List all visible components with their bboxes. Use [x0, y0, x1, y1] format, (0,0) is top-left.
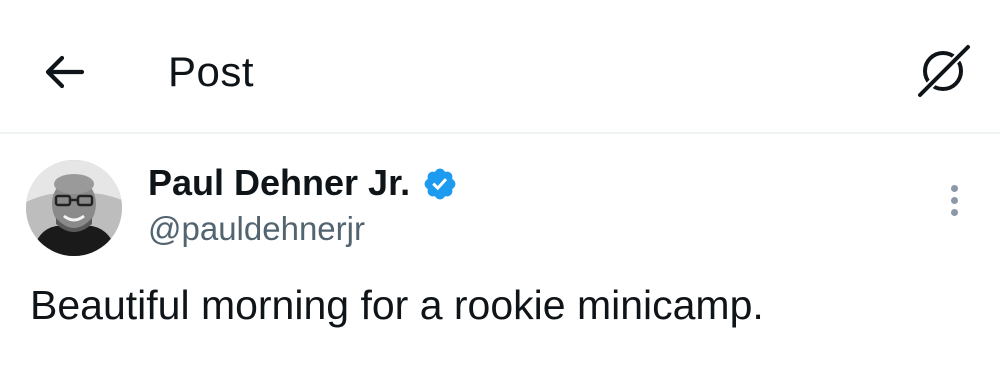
page-title: Post [168, 48, 255, 95]
arrow-left-icon [45, 55, 85, 89]
grok-icon [916, 43, 972, 99]
author-name[interactable]: Paul Dehner Jr. [148, 162, 410, 204]
author-handle[interactable]: @pauldehnerjr [148, 209, 365, 249]
header-divider [0, 132, 1000, 134]
verified-badge-icon [424, 168, 456, 200]
top-bar: Post [0, 0, 1000, 134]
more-vertical-icon [950, 184, 958, 216]
grok-button[interactable] [912, 38, 976, 102]
back-button[interactable] [38, 48, 90, 96]
post-text: Beautiful morning for a rookie minicamp. [30, 282, 764, 328]
avatar[interactable] [26, 160, 122, 256]
more-options-button[interactable] [938, 180, 970, 220]
